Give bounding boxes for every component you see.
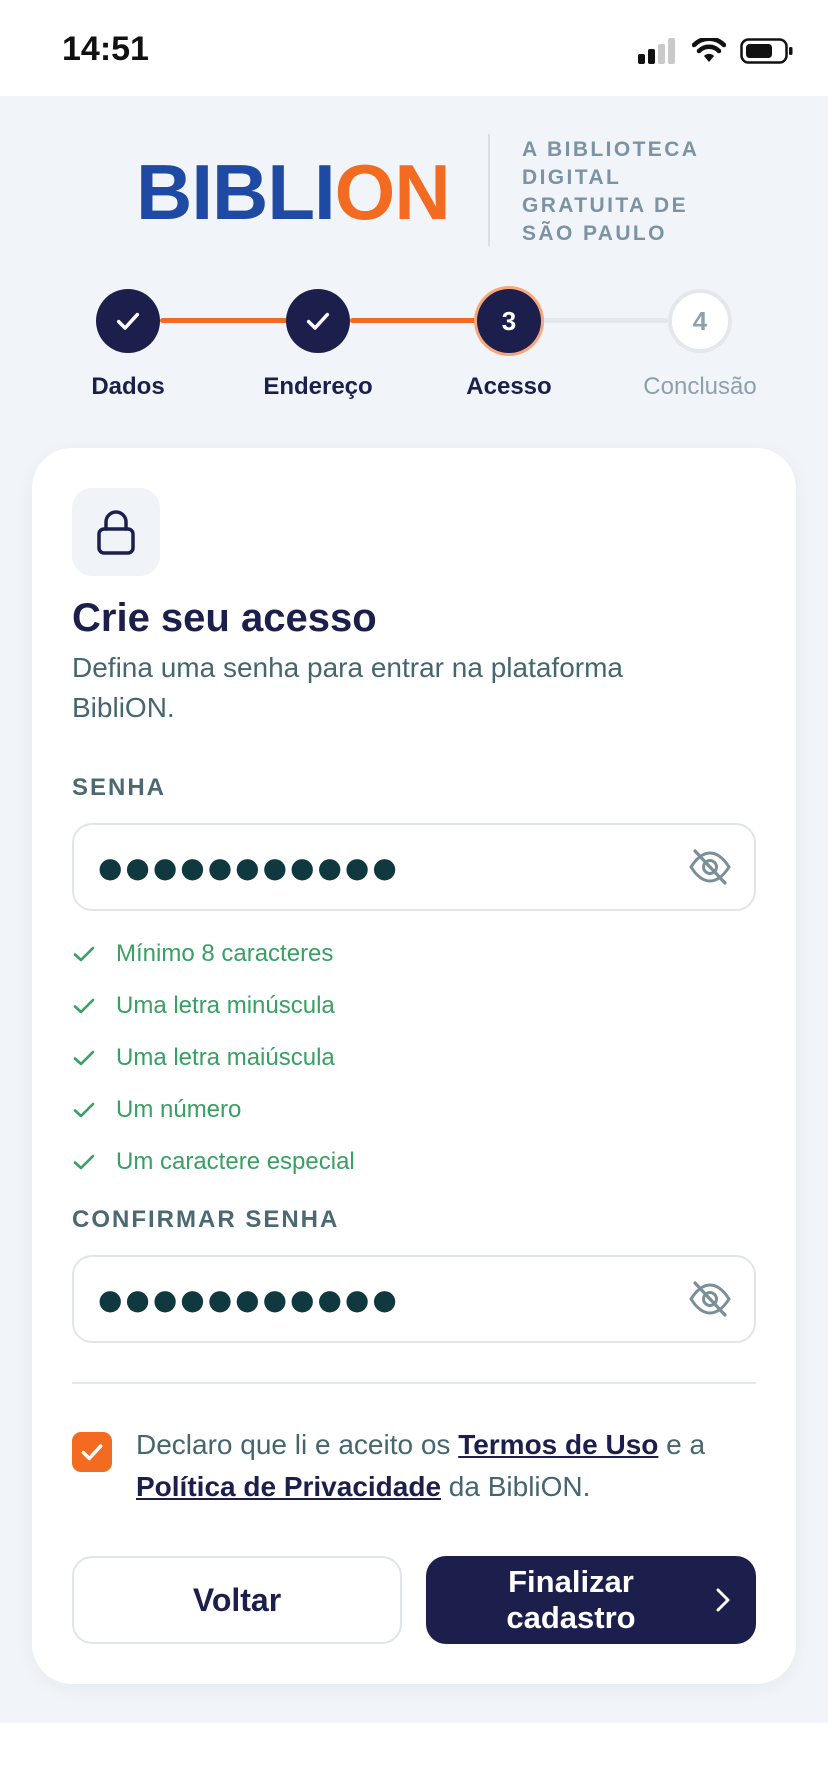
check-icon xyxy=(306,312,330,330)
step-connector-1 xyxy=(160,318,288,323)
finish-button-label: Finalizar cadastro xyxy=(506,1564,636,1635)
progress-stepper: 3 4 Dados Endereço Acesso Conclusão xyxy=(0,285,828,405)
brand-divider xyxy=(488,134,490,246)
access-card: Crie seu acesso Defina uma senha para en… xyxy=(32,448,796,1684)
requirement-item: Um caractere especial xyxy=(72,1136,672,1188)
brand-tagline: A BIBLIOTECA DIGITAL GRATUITA DE SÃO PAU… xyxy=(522,138,699,245)
terms-text: Declaro que li e aceito os Termos de Uso… xyxy=(136,1429,706,1502)
eye-off-icon[interactable] xyxy=(688,847,732,887)
step-3-label: Acesso xyxy=(466,373,552,400)
check-icon xyxy=(81,1444,103,1461)
password-input[interactable] xyxy=(98,825,658,909)
step-connector-3 xyxy=(540,318,668,323)
confirm-password-input[interactable] xyxy=(98,1257,658,1341)
step-3-circle: 3 xyxy=(477,289,541,353)
back-button[interactable]: Voltar xyxy=(72,1556,402,1644)
password-field-wrapper xyxy=(72,823,756,911)
eye-off-icon[interactable] xyxy=(688,1279,732,1319)
status-bar: 14:51 xyxy=(0,0,828,96)
terms-of-use-link[interactable]: Termos de Uso xyxy=(458,1429,658,1460)
step-2-circle xyxy=(286,289,350,353)
step-connector-2 xyxy=(350,318,478,323)
confirm-password-field-wrapper xyxy=(72,1255,756,1343)
battery-icon xyxy=(740,38,793,64)
step-1-label: Dados xyxy=(91,373,165,400)
divider xyxy=(72,1382,756,1384)
card-title: Crie seu acesso xyxy=(72,596,377,640)
check-icon xyxy=(73,1154,95,1170)
password-requirements: Mínimo 8 caracteres Uma letra minúscula … xyxy=(72,928,672,1188)
status-time: 14:51 xyxy=(62,30,149,68)
card-subtitle: Defina uma senha para entrar na platafor… xyxy=(72,652,623,723)
wifi-icon xyxy=(692,38,726,62)
requirement-item: Uma letra maiúscula xyxy=(72,1032,672,1084)
step-4-circle: 4 xyxy=(668,289,732,353)
check-icon xyxy=(73,946,95,962)
status-icons xyxy=(638,36,794,66)
terms-checkbox[interactable] xyxy=(72,1432,112,1472)
check-icon xyxy=(116,312,140,330)
chevron-right-icon xyxy=(716,1588,730,1612)
signal-icon xyxy=(638,38,675,64)
check-icon xyxy=(73,998,95,1014)
confirm-password-label: CONFIRMAR SENHA xyxy=(72,1206,340,1233)
biblion-logo: BIBLION xyxy=(136,148,451,236)
requirement-item: Um número xyxy=(72,1084,672,1136)
requirement-item: Mínimo 8 caracteres xyxy=(72,928,672,980)
lock-icon-container xyxy=(72,488,160,576)
lock-icon xyxy=(97,510,135,555)
check-icon xyxy=(73,1102,95,1118)
brand-header: BIBLION A BIBLIOTECA DIGITAL GRATUITA DE… xyxy=(136,134,736,252)
finish-registration-button[interactable]: Finalizar cadastro xyxy=(426,1556,756,1644)
step-2-label: Endereço xyxy=(263,373,373,400)
step-4-label: Conclusão xyxy=(643,373,757,400)
password-label: SENHA xyxy=(72,774,167,801)
requirement-item: Uma letra minúscula xyxy=(72,980,672,1032)
check-icon xyxy=(73,1050,95,1066)
step-1-circle xyxy=(96,289,160,353)
privacy-policy-link[interactable]: Política de Privacidade xyxy=(136,1471,441,1502)
